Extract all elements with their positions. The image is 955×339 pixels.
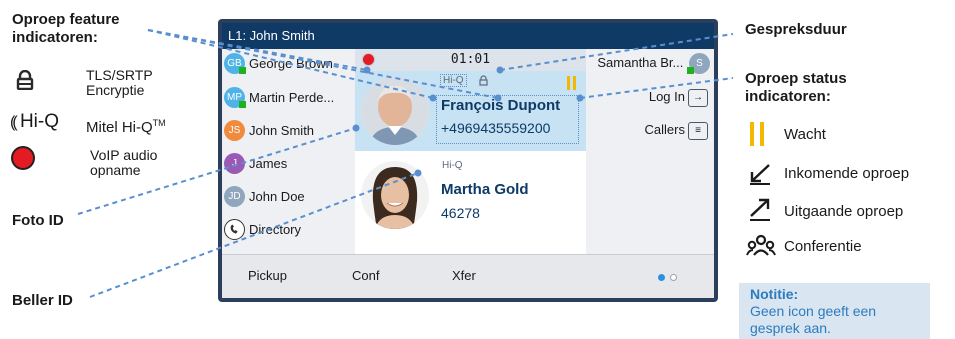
record-icon (13, 148, 33, 168)
caller-name: Martha Gold (441, 181, 529, 198)
avatar: JD (224, 186, 245, 207)
caller-photo (361, 77, 429, 145)
hiq-tm: TM (152, 118, 166, 128)
speed-dial-key[interactable]: Samantha Br... S (597, 53, 710, 75)
hiq-icon: (( Hi-Q (10, 111, 59, 132)
callers-label: Callers (644, 122, 685, 137)
lock-icon (479, 75, 488, 86)
directory-key[interactable]: Directory (224, 219, 355, 241)
softkey-conf[interactable]: Conf (352, 268, 379, 283)
outgoing-label: Uitgaande oproep (784, 203, 904, 220)
feature-legend-title: Oproep feature indicatoren: (12, 11, 120, 47)
hold-label: Wacht (784, 126, 826, 143)
hiq-icon-text: Hi-Q (443, 75, 464, 86)
encryption-label-line2: Encryptie (86, 82, 145, 98)
contact-name: John Doe (249, 189, 305, 204)
phone-screen: L1: John Smith GB George Brown MP Martin… (222, 23, 714, 298)
hold-icon (750, 122, 764, 146)
hold-icon (567, 76, 576, 90)
softkey-bar: Pickup Conf Xfer (222, 254, 714, 298)
incoming-call-icon (750, 164, 770, 185)
softkey-xfer[interactable]: Xfer (452, 268, 476, 283)
hiq-icon: Hi-Q (442, 160, 463, 171)
note-line2: gesprek aan. (750, 320, 831, 336)
caller-photo-image (361, 161, 429, 229)
encryption-label: TLS/SRTP Encryptie (86, 68, 153, 98)
right-key-column: Samantha Br... S Log In → Callers ≡ (586, 49, 714, 254)
login-label: Log In (648, 89, 685, 104)
contact-name: George Brown (249, 56, 333, 71)
caller-number: 46278 (441, 205, 480, 221)
callers-key[interactable]: Callers ≡ (645, 120, 708, 140)
conference-label: Conferentie (784, 238, 862, 255)
contact-key[interactable]: J James (224, 153, 355, 175)
directory-label: Directory (249, 222, 302, 237)
note-title: Notitie: (750, 286, 799, 302)
caller-id-block: François Dupont +4969435559200 (436, 95, 579, 144)
caller-id-callout: Beller ID (12, 292, 73, 309)
call-duration: 01:01 (450, 52, 491, 67)
incoming-label: Inkomende oproep (784, 165, 910, 182)
encryption-label-line1: TLS/SRTP (86, 67, 153, 83)
contact-key[interactable]: JS John Smith (224, 120, 355, 142)
hiq-icon-text: Hi-Q (442, 160, 463, 171)
status-legend-title: Oproep status indicatoren: (745, 70, 847, 106)
lock-icon (16, 70, 34, 90)
hiq-icon: Hi-Q (440, 74, 467, 87)
call-row[interactable]: Hi-Q Martha Gold 46278 (355, 151, 586, 254)
login-key[interactable]: Log In → (649, 87, 708, 107)
presence-indicator (687, 67, 694, 75)
caller-name: François Dupont (441, 97, 561, 114)
conference-icon (746, 234, 776, 256)
contact-name: Martin Perde... (249, 90, 335, 105)
duration-callout: Gespreksduur (745, 21, 847, 38)
page-dot-active[interactable] (658, 274, 665, 281)
left-contact-column: GB George Brown MP Martin Perde... JS Jo… (222, 49, 355, 254)
photo-id-callout: Foto ID (12, 212, 64, 229)
caller-number: +4969435559200 (441, 120, 551, 136)
hiq-label: Mitel Hi-QTM (86, 116, 166, 135)
feature-legend-title-line1: Oproep feature (12, 11, 120, 28)
page-dot[interactable] (670, 274, 677, 281)
directory-icon (224, 219, 245, 240)
caller-photo (361, 161, 429, 229)
presence-indicator (239, 67, 246, 74)
contact-key[interactable]: JD John Doe (224, 186, 355, 208)
softkey-pickup[interactable]: Pickup (248, 268, 287, 283)
note-box: Notitie: Geen icon geeft een gesprek aan… (739, 283, 930, 339)
avatar: S (687, 53, 710, 75)
feature-legend-title-line2: indicatoren: (12, 29, 98, 46)
contact-key[interactable]: MP Martin Perde... (224, 87, 355, 109)
line-title-bar: L1: John Smith (222, 23, 714, 49)
hiq-label-text: Mitel Hi-Q (86, 119, 153, 136)
avatar: J (224, 153, 245, 174)
avatar: JS (224, 120, 245, 141)
note-line1: Geen icon geeft een (750, 303, 877, 319)
presence-indicator (239, 101, 246, 108)
outgoing-call-icon (750, 198, 770, 221)
call-row-active[interactable]: Hi-Q François Dupont +4969435559200 (355, 71, 586, 151)
status-legend-title-line2: indicatoren: (745, 88, 831, 105)
avatar-initials: S (696, 58, 703, 70)
contact-name: John Smith (249, 123, 315, 138)
hiq-icon-text: Hi-Q (19, 111, 59, 132)
record-label: VoIP audio opname (90, 148, 157, 178)
caller-photo-image (361, 77, 429, 145)
callers-icon: ≡ (688, 121, 708, 140)
contact-name: James (249, 156, 288, 171)
record-label-line2: opname (90, 162, 141, 178)
contact-key[interactable]: GB George Brown (224, 53, 355, 75)
timer-bar: 01:01 (355, 49, 586, 71)
status-legend-title-line1: Oproep status (745, 70, 847, 87)
speed-dial-label: Samantha Br... (597, 55, 684, 70)
login-icon: → (688, 88, 708, 107)
record-label-line1: VoIP audio (90, 147, 158, 163)
